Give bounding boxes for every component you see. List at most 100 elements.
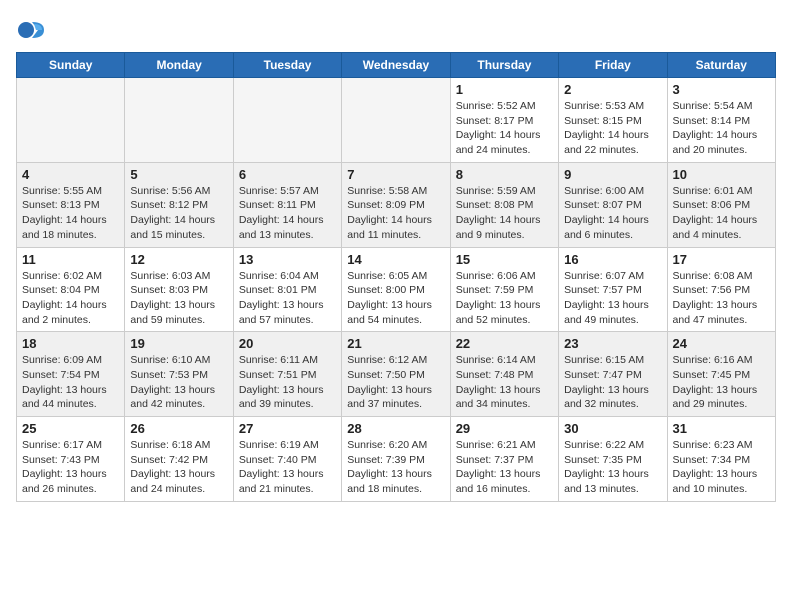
day-number: 4 — [22, 167, 119, 182]
calendar-cell: 16 Sunrise: 6:07 AMSunset: 7:57 PMDayligh… — [559, 247, 667, 332]
day-info: Sunrise: 6:03 AMSunset: 8:03 PMDaylight:… — [130, 269, 227, 328]
day-number: 6 — [239, 167, 336, 182]
day-info: Sunrise: 6:15 AMSunset: 7:47 PMDaylight:… — [564, 353, 661, 412]
day-header-friday: Friday — [559, 53, 667, 78]
day-number: 20 — [239, 336, 336, 351]
calendar-cell: 14 Sunrise: 6:05 AMSunset: 8:00 PMDayligh… — [342, 247, 450, 332]
day-info: Sunrise: 6:07 AMSunset: 7:57 PMDaylight:… — [564, 269, 661, 328]
day-number: 16 — [564, 252, 661, 267]
day-info: Sunrise: 6:09 AMSunset: 7:54 PMDaylight:… — [22, 353, 119, 412]
day-number: 3 — [673, 82, 770, 97]
day-header-monday: Monday — [125, 53, 233, 78]
calendar-cell — [125, 78, 233, 163]
day-header-saturday: Saturday — [667, 53, 775, 78]
day-info: Sunrise: 5:56 AMSunset: 8:12 PMDaylight:… — [130, 184, 227, 243]
calendar-table: SundayMondayTuesdayWednesdayThursdayFrid… — [16, 52, 776, 502]
day-info: Sunrise: 5:53 AMSunset: 8:15 PMDaylight:… — [564, 99, 661, 158]
day-info: Sunrise: 6:17 AMSunset: 7:43 PMDaylight:… — [22, 438, 119, 497]
calendar-cell: 20 Sunrise: 6:11 AMSunset: 7:51 PMDayligh… — [233, 332, 341, 417]
day-info: Sunrise: 5:55 AMSunset: 8:13 PMDaylight:… — [22, 184, 119, 243]
day-number: 11 — [22, 252, 119, 267]
day-number: 7 — [347, 167, 444, 182]
day-number: 17 — [673, 252, 770, 267]
day-number: 28 — [347, 421, 444, 436]
day-number: 29 — [456, 421, 553, 436]
day-info: Sunrise: 5:57 AMSunset: 8:11 PMDaylight:… — [239, 184, 336, 243]
day-header-wednesday: Wednesday — [342, 53, 450, 78]
calendar-cell: 1 Sunrise: 5:52 AMSunset: 8:17 PMDaylight… — [450, 78, 558, 163]
calendar-cell: 5 Sunrise: 5:56 AMSunset: 8:12 PMDaylight… — [125, 162, 233, 247]
page-header — [16, 16, 776, 44]
day-info: Sunrise: 5:59 AMSunset: 8:08 PMDaylight:… — [456, 184, 553, 243]
calendar-cell: 3 Sunrise: 5:54 AMSunset: 8:14 PMDaylight… — [667, 78, 775, 163]
day-number: 2 — [564, 82, 661, 97]
calendar-cell: 8 Sunrise: 5:59 AMSunset: 8:08 PMDaylight… — [450, 162, 558, 247]
calendar-cell: 6 Sunrise: 5:57 AMSunset: 8:11 PMDaylight… — [233, 162, 341, 247]
day-info: Sunrise: 5:52 AMSunset: 8:17 PMDaylight:… — [456, 99, 553, 158]
calendar-cell: 18Sunrise: 6:09 AMSunset: 7:54 PMDayligh… — [17, 332, 125, 417]
calendar-cell — [233, 78, 341, 163]
logo-icon — [16, 16, 44, 44]
calendar-cell: 30 Sunrise: 6:22 AMSunset: 7:35 PMDayligh… — [559, 417, 667, 502]
calendar-cell — [17, 78, 125, 163]
day-number: 22 — [456, 336, 553, 351]
day-info: Sunrise: 6:19 AMSunset: 7:40 PMDaylight:… — [239, 438, 336, 497]
calendar-cell: 7 Sunrise: 5:58 AMSunset: 8:09 PMDaylight… — [342, 162, 450, 247]
day-number: 25 — [22, 421, 119, 436]
calendar-cell: 9 Sunrise: 6:00 AMSunset: 8:07 PMDaylight… — [559, 162, 667, 247]
calendar-cell: 19 Sunrise: 6:10 AMSunset: 7:53 PMDayligh… — [125, 332, 233, 417]
day-info: Sunrise: 6:02 AMSunset: 8:04 PMDaylight:… — [22, 269, 119, 328]
calendar-cell: 15 Sunrise: 6:06 AMSunset: 7:59 PMDayligh… — [450, 247, 558, 332]
day-number: 19 — [130, 336, 227, 351]
day-info: Sunrise: 6:12 AMSunset: 7:50 PMDaylight:… — [347, 353, 444, 412]
calendar-header-row: SundayMondayTuesdayWednesdayThursdayFrid… — [17, 53, 776, 78]
day-number: 21 — [347, 336, 444, 351]
day-number: 10 — [673, 167, 770, 182]
day-number: 24 — [673, 336, 770, 351]
day-info: Sunrise: 6:20 AMSunset: 7:39 PMDaylight:… — [347, 438, 444, 497]
day-info: Sunrise: 6:01 AMSunset: 8:06 PMDaylight:… — [673, 184, 770, 243]
day-info: Sunrise: 6:10 AMSunset: 7:53 PMDaylight:… — [130, 353, 227, 412]
day-number: 23 — [564, 336, 661, 351]
day-info: Sunrise: 6:23 AMSunset: 7:34 PMDaylight:… — [673, 438, 770, 497]
day-info: Sunrise: 6:06 AMSunset: 7:59 PMDaylight:… — [456, 269, 553, 328]
day-number: 26 — [130, 421, 227, 436]
day-info: Sunrise: 6:04 AMSunset: 8:01 PMDaylight:… — [239, 269, 336, 328]
day-number: 8 — [456, 167, 553, 182]
day-info: Sunrise: 6:22 AMSunset: 7:35 PMDaylight:… — [564, 438, 661, 497]
day-number: 5 — [130, 167, 227, 182]
day-number: 13 — [239, 252, 336, 267]
day-number: 30 — [564, 421, 661, 436]
calendar-cell: 23 Sunrise: 6:15 AMSunset: 7:47 PMDayligh… — [559, 332, 667, 417]
calendar-cell: 28 Sunrise: 6:20 AMSunset: 7:39 PMDayligh… — [342, 417, 450, 502]
calendar-cell: 22 Sunrise: 6:14 AMSunset: 7:48 PMDayligh… — [450, 332, 558, 417]
calendar-cell: 17 Sunrise: 6:08 AMSunset: 7:56 PMDayligh… — [667, 247, 775, 332]
day-info: Sunrise: 5:54 AMSunset: 8:14 PMDaylight:… — [673, 99, 770, 158]
day-info: Sunrise: 6:05 AMSunset: 8:00 PMDaylight:… — [347, 269, 444, 328]
calendar-week-3: 11 Sunrise: 6:02 AMSunset: 8:04 PMDayligh… — [17, 247, 776, 332]
day-info: Sunrise: 6:14 AMSunset: 7:48 PMDaylight:… — [456, 353, 553, 412]
day-info: Sunrise: 6:21 AMSunset: 7:37 PMDaylight:… — [456, 438, 553, 497]
calendar-week-4: 18Sunrise: 6:09 AMSunset: 7:54 PMDayligh… — [17, 332, 776, 417]
calendar-cell: 13 Sunrise: 6:04 AMSunset: 8:01 PMDayligh… — [233, 247, 341, 332]
day-number: 15 — [456, 252, 553, 267]
day-info: Sunrise: 6:18 AMSunset: 7:42 PMDaylight:… — [130, 438, 227, 497]
calendar-cell: 25 Sunrise: 6:17 AMSunset: 7:43 PMDayligh… — [17, 417, 125, 502]
day-info: Sunrise: 6:00 AMSunset: 8:07 PMDaylight:… — [564, 184, 661, 243]
calendar-cell: 21 Sunrise: 6:12 AMSunset: 7:50 PMDayligh… — [342, 332, 450, 417]
day-number: 9 — [564, 167, 661, 182]
calendar-cell: 10 Sunrise: 6:01 AMSunset: 8:06 PMDayligh… — [667, 162, 775, 247]
calendar-cell: 29 Sunrise: 6:21 AMSunset: 7:37 PMDayligh… — [450, 417, 558, 502]
day-number: 27 — [239, 421, 336, 436]
day-info: Sunrise: 5:58 AMSunset: 8:09 PMDaylight:… — [347, 184, 444, 243]
calendar-week-1: 1 Sunrise: 5:52 AMSunset: 8:17 PMDaylight… — [17, 78, 776, 163]
calendar-cell: 2 Sunrise: 5:53 AMSunset: 8:15 PMDaylight… — [559, 78, 667, 163]
calendar-cell: 26 Sunrise: 6:18 AMSunset: 7:42 PMDayligh… — [125, 417, 233, 502]
day-number: 14 — [347, 252, 444, 267]
day-info: Sunrise: 6:11 AMSunset: 7:51 PMDaylight:… — [239, 353, 336, 412]
day-info: Sunrise: 6:08 AMSunset: 7:56 PMDaylight:… — [673, 269, 770, 328]
calendar-cell: 12Sunrise: 6:03 AMSunset: 8:03 PMDayligh… — [125, 247, 233, 332]
calendar-cell: 31Sunrise: 6:23 AMSunset: 7:34 PMDayligh… — [667, 417, 775, 502]
day-number: 1 — [456, 82, 553, 97]
calendar-cell — [342, 78, 450, 163]
